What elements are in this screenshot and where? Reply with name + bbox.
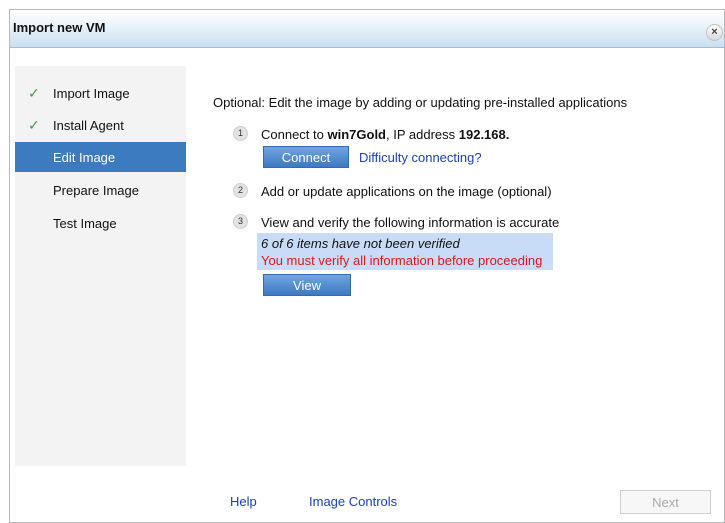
vm-name: win7Gold [327, 127, 387, 142]
verify-instruction: View and verify the following informatio… [261, 215, 560, 230]
step-label: Prepare Image [53, 183, 139, 198]
verify-warning-text: You must verify all information before p… [261, 253, 543, 268]
step-number-badge: 2 [233, 183, 248, 198]
view-button[interactable]: View [263, 274, 351, 296]
image-controls-link[interactable]: Image Controls [309, 494, 397, 509]
step-test-image[interactable]: Test Image [15, 208, 186, 238]
checkmark-icon: ✓ [28, 117, 40, 133]
step-number-badge: 3 [233, 214, 248, 229]
title-bar: Import new VM × [10, 10, 724, 48]
checkmark-icon: ✓ [28, 85, 40, 101]
intro-text: Optional: Edit the image by adding or up… [213, 95, 628, 110]
step-label: Import Image [53, 86, 130, 101]
connect-instruction: Connect to win7Gold, IP address 192.168. [261, 127, 509, 142]
ip-address: 192.168. [458, 127, 510, 142]
step-number-badge: 1 [233, 126, 248, 141]
verification-status-box: 6 of 6 items have not been verified You … [257, 233, 553, 270]
edit-image-panel: Optional: Edit the image by adding or up… [186, 66, 714, 466]
step-import-image[interactable]: ✓ Import Image [15, 78, 186, 108]
dialog-title: Import new VM [13, 20, 106, 35]
step-edit-image[interactable]: Edit Image [15, 142, 186, 172]
step-prepare-image[interactable]: Prepare Image [15, 175, 186, 205]
step-label: Test Image [53, 216, 117, 231]
verify-status-text: 6 of 6 items have not been verified [261, 236, 460, 251]
connect-prefix: Connect to [261, 127, 328, 142]
connect-button[interactable]: Connect [263, 146, 349, 168]
add-apps-instruction: Add or update applications on the image … [261, 184, 552, 199]
step-label: Install Agent [53, 118, 124, 133]
help-link[interactable]: Help [230, 494, 257, 509]
next-button[interactable]: Next [620, 490, 711, 514]
wizard-steps-sidebar: ✓ Import Image ✓ Install Agent Edit Imag… [15, 66, 186, 466]
difficulty-connecting-link[interactable]: Difficulty connecting? [359, 150, 482, 165]
step-label: Edit Image [53, 150, 116, 165]
close-icon[interactable]: × [706, 24, 723, 41]
step-install-agent[interactable]: ✓ Install Agent [15, 110, 186, 140]
connect-middle: , IP address [386, 127, 459, 142]
